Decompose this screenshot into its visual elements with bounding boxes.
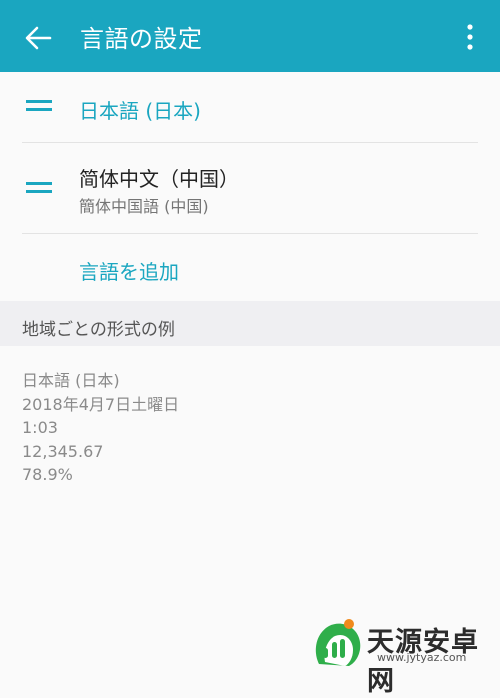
add-language-button[interactable]: 言語を追加 [79,256,179,285]
language-sublabel: 簡体中国語 (中国) [79,197,209,216]
example-time: 1:03 [22,418,58,437]
language-label: 简体中文（中国） [79,167,239,191]
page-title: 言語の設定 [80,25,203,53]
divider [22,233,478,234]
watermark: 天源安卓网 www.jytyaz.com [305,612,500,697]
section-header: 地域ごとの形式の例 [0,301,500,346]
app-bar: 言語の設定 [0,0,500,72]
example-language: 日本語 (日本) [22,371,120,390]
language-item-japanese[interactable]: 日本語 (日本) [0,72,500,142]
arrow-left-icon[interactable] [22,22,54,54]
language-item-chinese[interactable]: 简体中文（中国） 簡体中国語 (中国) [0,143,500,233]
more-vert-icon[interactable] [458,22,482,52]
android-logo-icon [315,619,361,666]
watermark-url: www.jytyaz.com [377,651,467,664]
drag-handle-icon[interactable] [26,100,52,114]
section-header-label: 地域ごとの形式の例 [22,320,175,340]
example-number: 12,345.67 [22,441,104,461]
example-percent: 78.9% [22,465,73,484]
format-examples: 日本語 (日本) 2018年4月7日土曜日 1:03 12,345.67 78.… [22,369,179,487]
language-label: 日本語 (日本) [79,99,201,123]
example-date: 2018年4月7日土曜日 [22,394,180,414]
drag-handle-icon[interactable] [26,182,52,196]
